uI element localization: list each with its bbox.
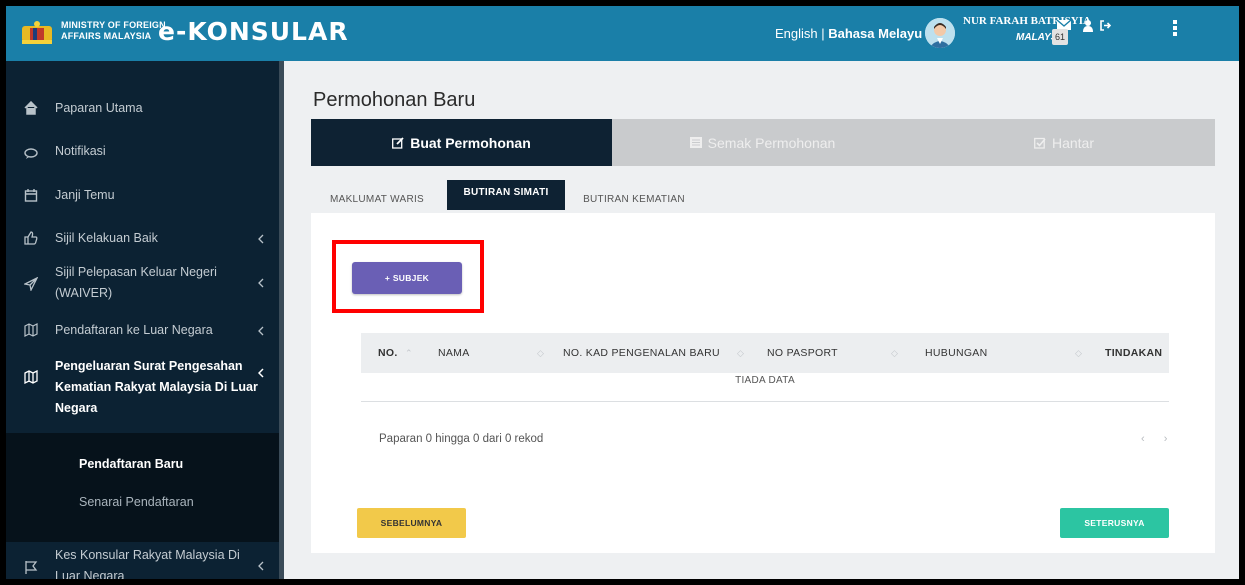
kebab-menu-icon[interactable] xyxy=(1172,19,1178,37)
sidebar-item-notifikasi[interactable]: Notifikasi xyxy=(6,141,279,162)
step-label: Hantar xyxy=(1051,134,1095,151)
sidebar-item-label-line-2: Luar Negara xyxy=(55,569,125,579)
column-header-pasport[interactable]: NO PASPORT xyxy=(767,347,838,359)
sort-asc-icon[interactable]: ⌃ xyxy=(405,348,413,359)
ministry-name: MINISTRY OF FOREIGN AFFAIRS MALAYSIA xyxy=(61,20,166,42)
sidebar-item-kes-konsular[interactable]: Kes Konsular Rakyat Malaysia Di Luar Neg… xyxy=(6,545,279,579)
ministry-line-1: MINISTRY OF FOREIGN xyxy=(61,20,166,30)
lang-english-link[interactable]: English xyxy=(775,26,818,41)
user-name[interactable]: NUR FARAH BATRISYIA xyxy=(963,15,1091,27)
tab-butiran-kematian[interactable]: BUTIRAN KEMATIAN xyxy=(574,186,694,213)
step-progress-bar: Buat Permohonan Semak Permohonan Hantar xyxy=(311,119,1215,166)
person-icon[interactable] xyxy=(1083,20,1093,32)
sidebar-submenu xyxy=(6,433,279,542)
sidebar-item-label: Notifikasi xyxy=(55,144,106,158)
step-hantar[interactable]: Hantar xyxy=(913,119,1215,166)
sort-icon[interactable]: ◇ xyxy=(891,348,898,359)
check-square-icon xyxy=(1034,137,1046,149)
edit-icon xyxy=(392,136,404,149)
chevron-left-icon xyxy=(258,278,264,288)
map-icon xyxy=(24,323,38,337)
home-icon xyxy=(24,101,38,115)
app-window: MINISTRY OF FOREIGN AFFAIRS MALAYSIA e-K… xyxy=(6,6,1239,579)
sidebar-item-label-line-2: (WAIVER) xyxy=(55,286,113,300)
chevron-left-icon xyxy=(258,326,264,336)
calendar-icon xyxy=(24,189,38,202)
sidebar-item-paparan-utama[interactable]: Paparan Utama xyxy=(6,98,279,119)
sidebar-item-pengeluaran-surat-kematian[interactable]: Pengeluaran Surat Pengesahan Kematian Ra… xyxy=(6,356,279,422)
lang-malay-link[interactable]: Bahasa Melayu xyxy=(828,26,922,41)
sidebar-item-label-line-2: Kematian Rakyat Malaysia Di Luar xyxy=(55,380,258,394)
sidebar-item-label-line-3: Negara xyxy=(55,401,98,415)
page-title: Permohonan Baru xyxy=(313,89,476,111)
sort-icon[interactable]: ◇ xyxy=(537,348,544,359)
crest-logo-icon[interactable] xyxy=(20,20,54,46)
sidebar-item-sijil-kelakuan-baik[interactable]: Sijil Kelakuan Baik xyxy=(6,228,279,249)
sidebar-item-pendaftaran-luar-negara[interactable]: Pendaftaran ke Luar Negara xyxy=(6,320,279,341)
sidebar-item-label: Sijil Kelakuan Baik xyxy=(55,231,158,245)
next-button[interactable]: SETERUSNYA xyxy=(1060,508,1169,538)
column-header-no[interactable]: NO. xyxy=(378,347,398,359)
previous-button[interactable]: SEBELUMNYA xyxy=(357,508,466,538)
brand-logo[interactable]: e-KONSULAR xyxy=(158,17,349,46)
add-subjek-button[interactable]: + SUBJEK xyxy=(352,262,462,294)
sidebar-item-janji-temu[interactable]: Janji Temu xyxy=(6,185,279,206)
top-header: MINISTRY OF FOREIGN AFFAIRS MALAYSIA e-K… xyxy=(6,6,1239,61)
step-semak-permohonan[interactable]: Semak Permohonan xyxy=(612,119,913,166)
table-header: NO. ⌃ NAMA ◇ NO. KAD PENGENALAN BARU ◇ N… xyxy=(361,333,1169,373)
logout-icon[interactable] xyxy=(1100,20,1111,31)
user-avatar[interactable] xyxy=(925,18,955,48)
sidebar-item-label: Pendaftaran ke Luar Negara xyxy=(55,323,213,337)
column-header-hubungan[interactable]: HUBUNGAN xyxy=(925,347,988,359)
chevron-left-icon xyxy=(258,561,264,571)
submenu-item-senarai-pendaftaran[interactable]: Senarai Pendaftaran xyxy=(79,495,194,509)
sidebar-item-label-line-1: Sijil Pelepasan Keluar Negeri xyxy=(55,265,217,279)
step-label: Semak Permohonan xyxy=(707,134,836,151)
notification-icon xyxy=(24,148,38,159)
column-header-nama[interactable]: NAMA xyxy=(438,347,470,359)
sidebar-item-label-line-1: Kes Konsular Rakyat Malaysia Di xyxy=(55,548,240,562)
table-divider xyxy=(361,401,1169,402)
ministry-line-2: AFFAIRS MALAYSIA xyxy=(61,31,152,41)
chevron-left-icon xyxy=(258,234,264,244)
submenu-item-pendaftaran-baru[interactable]: Pendaftaran Baru xyxy=(79,457,183,471)
avatar-person-icon xyxy=(925,18,955,48)
empty-table-message: TIADA DATA xyxy=(735,375,795,386)
column-header-kad-pengenalan[interactable]: NO. KAD PENGENALAN BARU xyxy=(563,347,720,359)
lang-separator: | xyxy=(817,26,829,41)
map-icon xyxy=(24,370,38,384)
sort-icon[interactable]: ◇ xyxy=(737,348,744,359)
thumbs-up-icon xyxy=(24,231,38,245)
sidebar-item-label: Janji Temu xyxy=(55,188,115,202)
sort-icon[interactable]: ◇ xyxy=(1075,348,1082,359)
tab-butiran-simati[interactable]: BUTIRAN SIMATI xyxy=(447,180,565,210)
chevron-left-icon xyxy=(258,368,264,378)
paper-plane-icon xyxy=(24,277,38,291)
language-switcher: English | Bahasa Melayu xyxy=(775,26,922,41)
tab-maklumat-waris[interactable]: MAKLUMAT WARIS xyxy=(321,186,433,213)
column-header-tindakan: TINDAKAN xyxy=(1105,347,1163,359)
sidebar-item-label: Paparan Utama xyxy=(55,101,143,115)
notification-badge: 61 xyxy=(1052,29,1069,45)
pagination-info: Paparan 0 hingga 0 dari 0 rekod xyxy=(379,433,544,445)
sidebar-scrollbar[interactable] xyxy=(279,61,284,579)
flag-icon xyxy=(25,561,38,574)
sidebar-item-sijil-pelepasan[interactable]: Sijil Pelepasan Keluar Negeri (WAIVER) xyxy=(6,262,279,306)
list-icon xyxy=(689,137,702,148)
sidebar-item-label-line-1: Pengeluaran Surat Pengesahan xyxy=(55,359,243,373)
step-label: Buat Permohonan xyxy=(410,134,531,151)
step-buat-permohonan[interactable]: Buat Permohonan xyxy=(311,119,612,166)
pagination-controls[interactable]: ‹ › xyxy=(1141,433,1175,445)
